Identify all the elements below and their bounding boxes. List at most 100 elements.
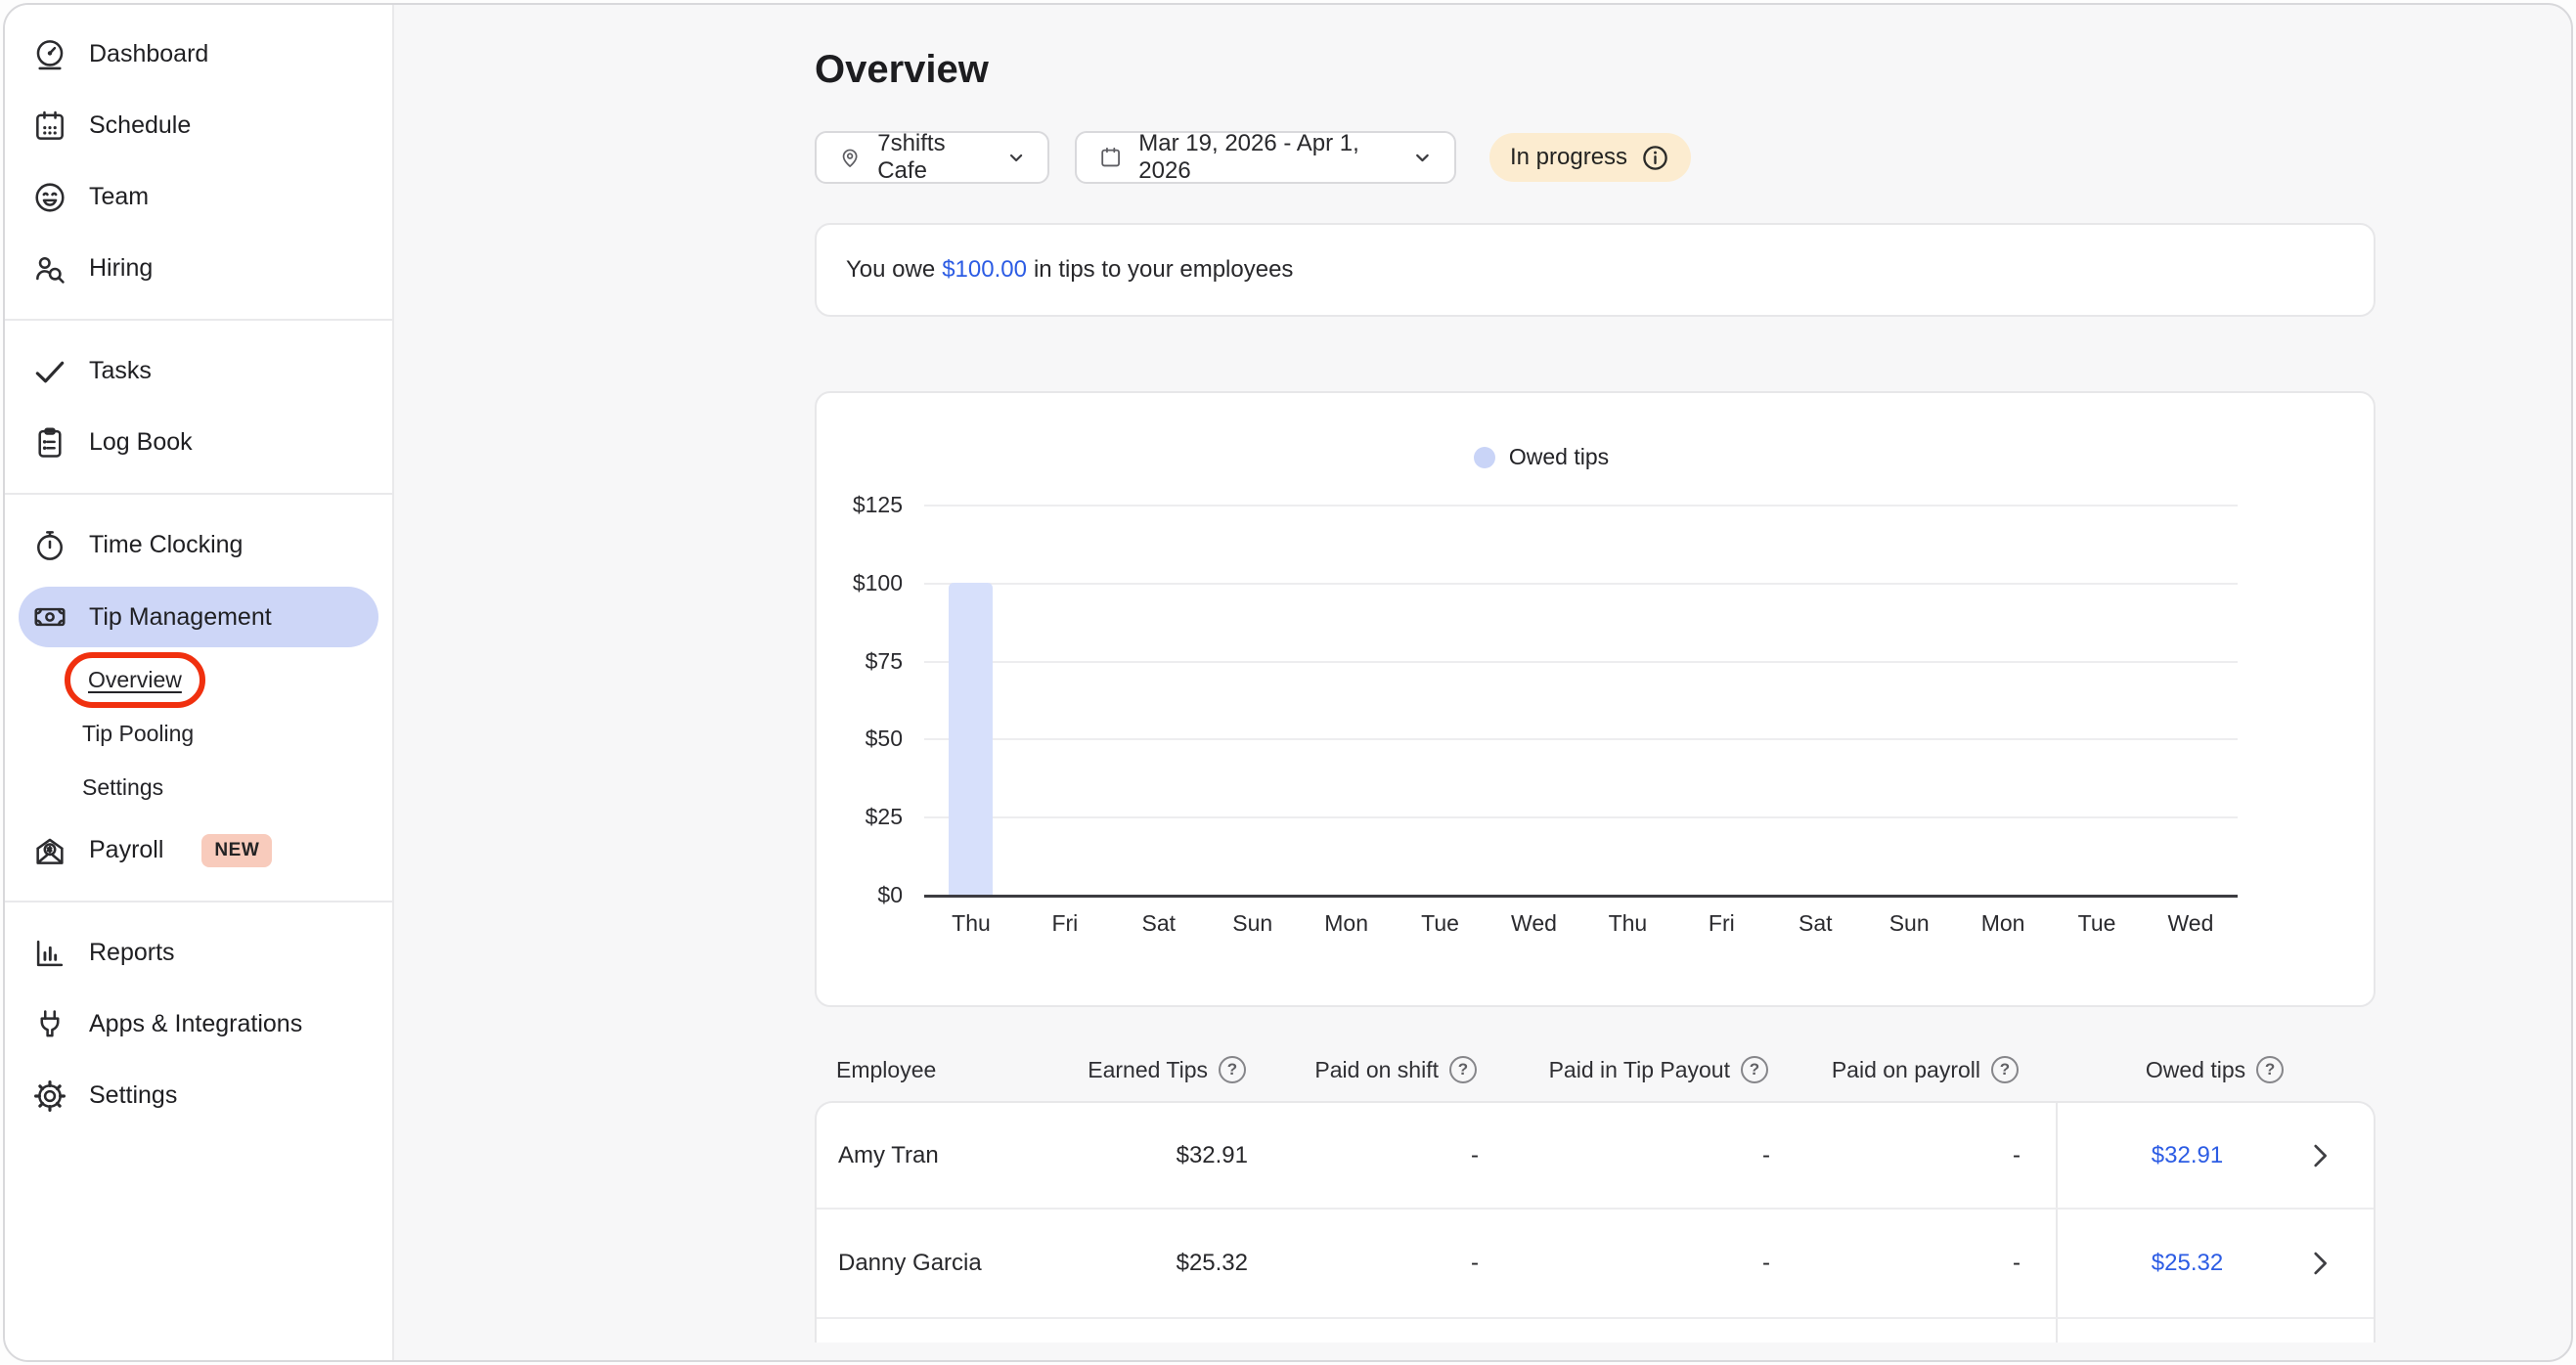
sidebar-item-label: Tasks [89,357,152,385]
table-row[interactable]: Amy Tran $32.91 - - - $32.91 [817,1103,2374,1210]
column-header-earned-tips: Earned Tips [1035,1056,1260,1083]
x-axis-tick: Mon [1956,910,2050,937]
dashboard-icon [31,36,68,73]
owed-tips-banner: You owe $100.00 in tips to your employee… [815,223,2376,317]
paid-in-tip-payout-value: - [1492,1103,1784,1208]
location-dropdown[interactable]: 7shifts Cafe [815,131,1049,184]
y-axis-tick: $125 [815,492,903,518]
owed-tips-value: $25.32 [2058,1250,2303,1277]
owed-tips-cell[interactable]: $25.32 [2056,1210,2376,1317]
page-title: Overview [815,45,2376,94]
payroll-envelope-icon [31,832,68,869]
smiley-icon [31,179,68,216]
sidebar-item-label: Hiring [89,254,153,283]
sidebar-item-tip-management[interactable]: Tip Management [19,587,378,647]
sidebar: Dashboard Schedule Team Hiring Tasks [5,5,394,1360]
y-axis-tick: $0 [815,882,903,908]
banner-suffix: in tips to your employees [1034,256,1293,284]
sidebar-item-reports[interactable]: Reports [19,917,378,989]
table-row[interactable]: Danny Garcia $25.32 - - - $25.32 [817,1210,2374,1319]
date-range-dropdown[interactable]: Mar 19, 2026 - Apr 1, 2026 [1075,131,1456,184]
gridline [924,505,2238,506]
sidebar-item-hiring[interactable]: Hiring [19,233,378,304]
column-header-employee: Employee [815,1057,1035,1083]
table-row[interactable] [817,1319,2374,1343]
y-axis-tick: $75 [815,648,903,675]
sidebar-item-apps-integrations[interactable]: Apps & Integrations [19,989,378,1060]
sidebar-item-settings[interactable]: Settings [19,1060,378,1131]
sidebar-item-label: Log Book [89,428,193,457]
sidebar-item-team[interactable]: Team [19,161,378,233]
sidebar-item-log-book[interactable]: Log Book [19,407,378,478]
sidebar-divider [5,493,392,495]
employee-tips-table: Amy Tran $32.91 - - - $32.91 Danny Garci… [815,1101,2376,1343]
calendar-icon [1098,144,1123,171]
sidebar-item-label: Time Clocking [89,531,243,559]
x-axis-tick: Mon [1300,910,1394,937]
paid-in-tip-payout-value: - [1492,1210,1784,1317]
chart-plot: $125$100$75$50$25$0 [924,505,2238,898]
stopwatch-icon [31,527,68,564]
x-axis-tick: Thu [1580,910,1674,937]
sidebar-item-label: Schedule [89,111,191,140]
x-axis-tick: Thu [924,910,1018,937]
chevron-right-icon [2303,1247,2336,1280]
column-header-paid-in-tip-payout: Paid in Tip Payout [1490,1056,1782,1083]
main-area: Overview 7shifts Cafe Mar 19, 2026 - Apr… [394,5,2571,1360]
x-axis-tick: Sun [1862,910,1956,937]
help-icon[interactable] [1991,1056,2019,1083]
annotation-red-oval: Overview [65,652,205,708]
money-bill-icon [31,598,68,636]
checkmark-icon [31,353,68,390]
paid-on-shift-value: - [1262,1210,1492,1317]
help-icon[interactable] [2256,1056,2284,1083]
x-axis-tick: Sat [1768,910,1862,937]
clipboard-icon [31,424,68,462]
sidebar-item-dashboard[interactable]: Dashboard [19,19,378,90]
column-header-owed-tips: Owed tips [2054,1056,2376,1083]
x-axis-tick: Fri [1018,910,1112,937]
new-badge: NEW [201,834,272,867]
table-header: Employee Earned Tips Paid on shift Paid … [815,1052,2376,1087]
person-search-icon [31,250,68,287]
location-pin-icon [838,144,862,171]
chart-x-labels: ThuFriSatSunMonTueWedThuFriSatSunMonTueW… [924,910,2238,937]
banner-amount[interactable]: $100.00 [942,256,1027,284]
x-axis-tick: Wed [2144,910,2238,937]
earned-tips-value: $32.91 [1037,1103,1262,1208]
sidebar-subitem-label: Settings [82,774,163,801]
sidebar-subitem-settings[interactable]: Settings [19,761,378,815]
legend-dot [1474,447,1495,468]
help-icon[interactable] [1741,1056,1768,1083]
y-axis-tick: $100 [815,570,903,596]
help-icon[interactable] [1219,1056,1246,1083]
owed-tips-cell[interactable]: $32.91 [2056,1103,2376,1208]
sidebar-item-schedule[interactable]: Schedule [19,90,378,161]
status-badge[interactable]: In progress [1489,133,1691,182]
sidebar-item-label: Team [89,183,149,211]
sidebar-subitem-tip-pooling[interactable]: Tip Pooling [19,707,378,761]
owed-tips-value: $32.91 [2058,1142,2303,1169]
filter-bar: 7shifts Cafe Mar 19, 2026 - Apr 1, 2026 … [815,131,2376,184]
sidebar-divider [5,319,392,321]
location-dropdown-value: 7shifts Cafe [877,130,985,185]
sidebar-item-payroll[interactable]: Payroll NEW [19,815,378,886]
employee-name: Amy Tran [817,1103,1037,1208]
info-icon[interactable] [1640,143,1670,173]
sidebar-subitem-label: Overview [88,667,182,693]
app-window: Dashboard Schedule Team Hiring Tasks [3,3,2573,1362]
chart-legend[interactable]: Owed tips [763,444,2320,470]
gear-icon [31,1078,68,1115]
sidebar-item-tasks[interactable]: Tasks [19,335,378,407]
paid-on-shift-value: - [1262,1103,1492,1208]
status-badge-label: In progress [1510,144,1627,171]
chevron-right-icon [2303,1139,2336,1172]
calendar-icon [31,108,68,145]
x-axis-tick: Tue [2050,910,2144,937]
sidebar-item-time-clocking[interactable]: Time Clocking [19,509,378,581]
sidebar-item-label: Payroll [89,836,163,864]
sidebar-item-label: Reports [89,939,175,967]
chevron-down-icon [1412,147,1433,169]
help-icon[interactable] [1449,1056,1477,1083]
sidebar-subitem-overview[interactable]: Overview [19,653,378,707]
